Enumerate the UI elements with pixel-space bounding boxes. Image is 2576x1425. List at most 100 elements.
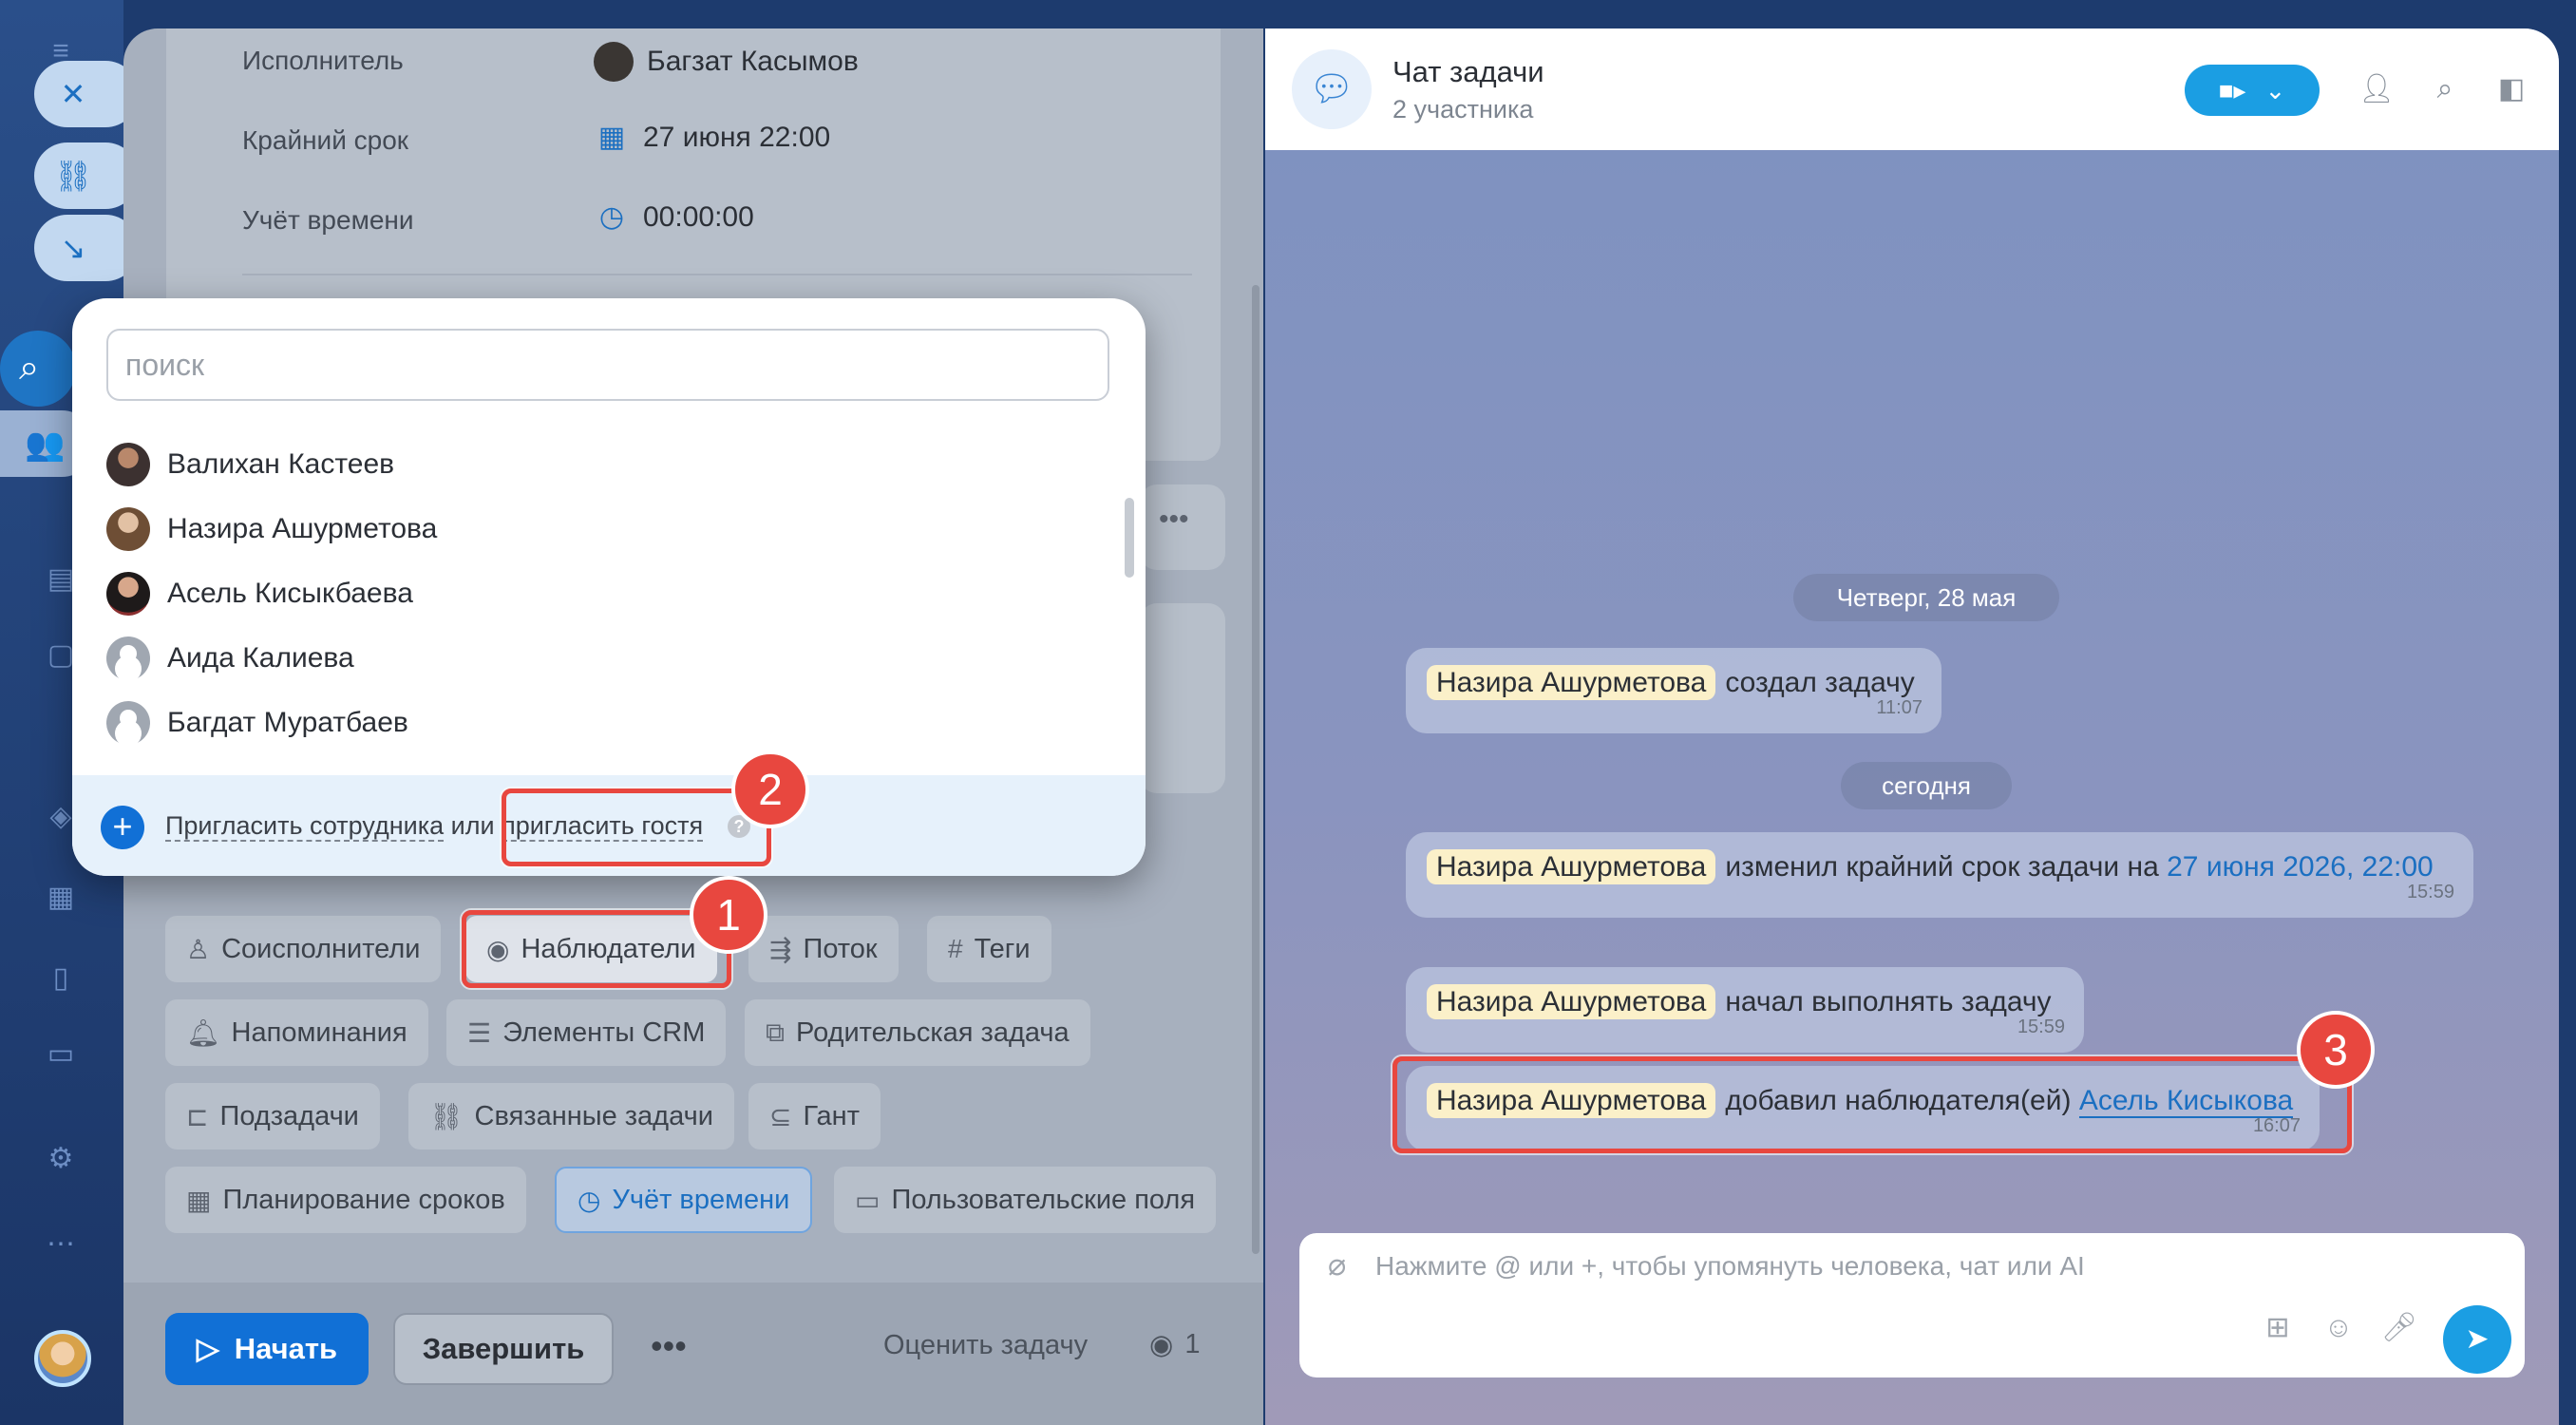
chip-gantt[interactable]: ⊆ Гант <box>748 1083 881 1150</box>
apps-grid-icon[interactable]: ⊞ <box>2259 1309 2297 1347</box>
more-icon[interactable]: ••• <box>1159 504 1189 536</box>
field-value-deadline[interactable]: ▦ 27 июня 22:00 <box>594 120 830 156</box>
chip-deadline-planning[interactable]: ▦ Планирование сроков <box>165 1167 526 1233</box>
link-icon: ⛓ <box>53 159 93 193</box>
video-call-button[interactable]: ■▸ ⌄ <box>2185 65 2320 116</box>
scrollbar[interactable] <box>1125 498 1134 578</box>
message-text: начал выполнять задачу <box>1725 986 2052 1017</box>
highlight-watcher-message <box>1392 1056 2352 1153</box>
list-item[interactable]: Асель Кисыкбаева <box>106 572 413 616</box>
chip-flow[interactable]: ⇶ Поток <box>748 916 899 982</box>
more-actions-button[interactable]: ••• <box>651 1326 687 1366</box>
chip-subtasks[interactable]: ⊏ Подзадачи <box>165 1083 380 1150</box>
form-icon: ▭ <box>855 1185 881 1215</box>
message-input[interactable] <box>1375 1243 2420 1290</box>
search-icon[interactable]: ⌕ <box>2426 70 2464 108</box>
finish-button[interactable]: Завершить <box>393 1313 614 1385</box>
calendar-icon[interactable]: ▦ <box>42 879 80 917</box>
stopwatch-icon: ◷ <box>578 1185 601 1215</box>
avatar <box>106 443 150 486</box>
sidebar-toggle-icon[interactable]: ◧ <box>2492 70 2530 108</box>
flow-icon: ⇶ <box>769 934 792 964</box>
close-icon: ✕ <box>60 77 86 111</box>
watchers-counter[interactable]: ◉ 1 <box>1149 1328 1200 1361</box>
search-input[interactable] <box>106 329 1109 401</box>
microphone-icon[interactable]: 🎤︎ <box>2380 1309 2418 1347</box>
divider <box>242 274 1192 276</box>
message-text: изменил крайний срок задачи на <box>1725 851 2159 883</box>
invite-or-text: или <box>450 811 495 840</box>
card-stub <box>1140 603 1225 793</box>
deadline-value: 27 июня 22:00 <box>643 122 831 153</box>
message-composer: ⌀ ⊞ ☺ 🎤︎ ➤ <box>1299 1233 2525 1378</box>
deadline-link[interactable]: 27 июня 2026, 22:00 <box>2167 851 2434 883</box>
user-avatar[interactable] <box>34 1330 91 1387</box>
avatar <box>594 42 634 82</box>
mention-author[interactable]: Назира Ашурметова <box>1427 984 1716 1019</box>
link-icon: ⛓ <box>429 1101 464 1131</box>
mention-author[interactable]: Назира Ашурметова <box>1427 665 1716 700</box>
chat-title: Чат задачи <box>1392 55 1544 88</box>
chat-message: Назира Ашурметова изменил крайний срок за… <box>1406 832 2473 918</box>
bell-icon: 🔔︎ <box>186 1017 220 1048</box>
arrow-down-right-icon: ↘ <box>60 231 86 265</box>
invite-employee-link[interactable]: Пригласить сотрудника <box>165 811 445 842</box>
chip-time-tracking[interactable]: ◷ Учёт времени <box>555 1167 813 1233</box>
chip-custom-fields[interactable]: ▭ Пользовательские поля <box>834 1167 1217 1233</box>
start-button[interactable]: ▷ Начать <box>165 1313 369 1385</box>
field-value-time-tracking: ◷ 00:00:00 <box>594 200 754 236</box>
paperclip-icon[interactable]: ⌀ <box>1328 1246 1346 1282</box>
calendar-icon: ▦ <box>597 122 626 153</box>
play-icon: ▷ <box>196 1332 219 1365</box>
chip-crm[interactable]: ☰ Элементы CRM <box>446 999 727 1066</box>
add-user-icon[interactable]: 👤︎ <box>2358 70 2396 108</box>
date-divider: сегодня <box>1841 762 2012 809</box>
stopwatch-icon: ◷ <box>598 201 625 233</box>
mention-author[interactable]: Назира Ашурметова <box>1427 849 1716 884</box>
chat-message: Назира Ашурметова создал задачу 11:07 <box>1406 648 1941 733</box>
card-icon[interactable]: ▭ <box>42 1036 80 1074</box>
add-icon[interactable]: + <box>101 806 144 849</box>
rate-task-link[interactable]: Оценить задачу <box>883 1330 1088 1361</box>
task-chat: 💬︎ Чат задачи 2 участника ■▸ ⌄ 👤︎ ⌕ ◧ Чет… <box>1265 28 2559 1425</box>
list-item[interactable]: Багдат Муратбаев <box>106 701 408 745</box>
chat-participants[interactable]: 2 участника <box>1392 95 1533 124</box>
annotation-badge-1: 1 <box>690 876 767 954</box>
chip-related-tasks[interactable]: ⛓ Связанные задачи <box>408 1083 734 1150</box>
document-icon[interactable]: ▯ <box>42 960 80 998</box>
hash-icon: # <box>948 934 963 963</box>
chip-tags[interactable]: # Теги <box>927 916 1051 982</box>
assignee-name: Багзат Касымов <box>647 46 859 77</box>
eye-icon: ◉ <box>1149 1330 1174 1360</box>
parent-task-icon: ⧉ <box>766 1016 785 1047</box>
list-item[interactable]: Валихан Кастеев <box>106 443 394 486</box>
calendar-icon: ▦ <box>186 1185 212 1215</box>
message-time: 15:59 <box>2406 882 2454 902</box>
message-time: 11:07 <box>1876 697 1923 718</box>
time-value: 00:00:00 <box>643 201 754 233</box>
list-item[interactable]: Назира Ашурметова <box>106 507 437 551</box>
search-button[interactable]: ⌕ <box>0 331 76 407</box>
field-label-assignee: Исполнитель <box>242 46 404 75</box>
apps-icon[interactable]: ⋯ <box>42 1226 80 1264</box>
field-value-assignee[interactable]: Багзат Касымов <box>594 42 859 82</box>
annotation-badge-2: 2 <box>731 750 809 828</box>
chevron-down-icon: ⌄ <box>2264 75 2286 104</box>
settings-icon[interactable]: ⚙ <box>42 1140 80 1178</box>
send-button[interactable]: ➤ <box>2443 1305 2511 1374</box>
emoji-icon[interactable]: ☺ <box>2320 1309 2358 1347</box>
avatar <box>106 572 150 616</box>
avatar <box>106 507 150 551</box>
search-icon: ⌕ <box>19 348 40 388</box>
scrollbar[interactable] <box>1252 285 1260 1254</box>
user-icon: ♙ <box>186 934 211 964</box>
field-label-time-tracking: Учёт времени <box>242 205 414 235</box>
chip-parent-task[interactable]: ⧉ Родительская задача <box>745 999 1090 1066</box>
chip-coexecutors[interactable]: ♙ Соисполнители <box>165 916 442 982</box>
avatar <box>106 636 150 680</box>
avatar <box>106 701 150 745</box>
list-item[interactable]: Аида Калиева <box>106 636 354 680</box>
subtasks-icon: ⊏ <box>186 1101 209 1131</box>
chat-header: 💬︎ Чат задачи 2 участника ■▸ ⌄ 👤︎ ⌕ ◧ <box>1265 28 2559 150</box>
chip-reminders[interactable]: 🔔︎ Напоминания <box>165 999 428 1066</box>
